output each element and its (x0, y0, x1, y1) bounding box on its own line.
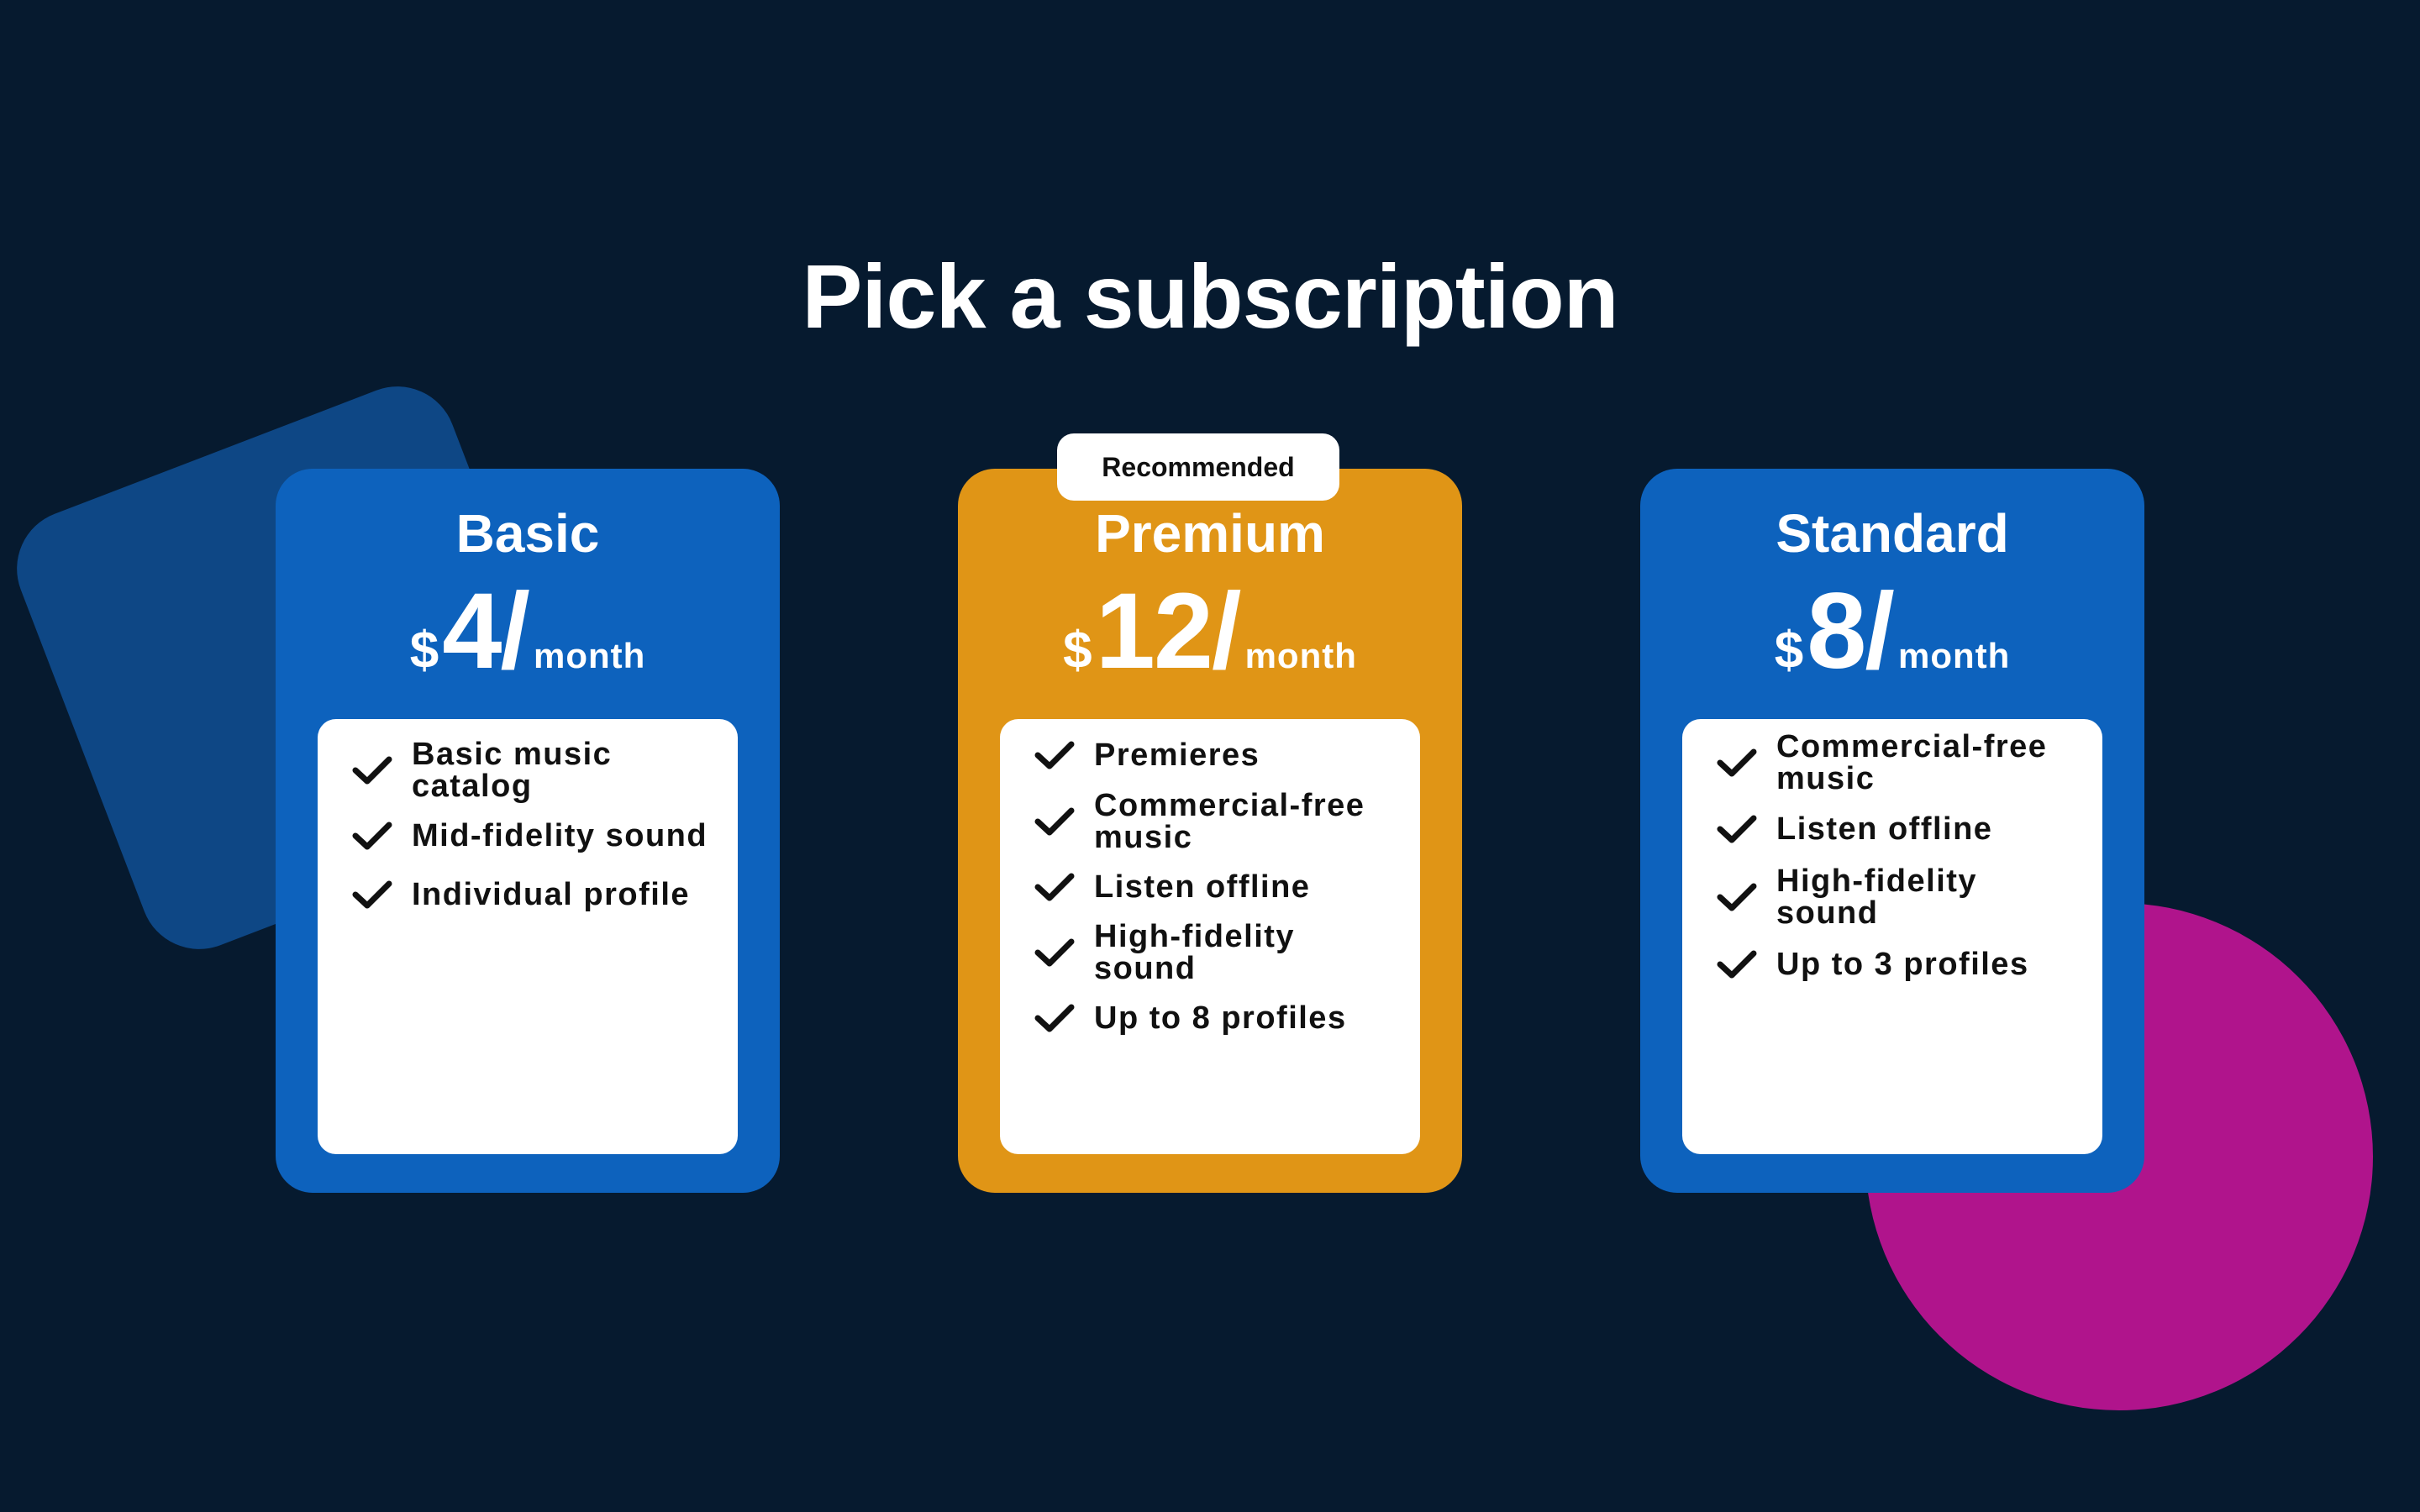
plan-name: Standard (1776, 503, 2009, 564)
price-period: month (533, 636, 646, 675)
checkmark-icon (1716, 948, 1758, 981)
checkmark-icon (1716, 746, 1758, 780)
checkmark-icon (1034, 870, 1076, 904)
checkmark-icon (351, 878, 393, 911)
feature-text: High-fidelity sound (1776, 864, 1978, 931)
feature-text: High-fidelity sound (1094, 919, 1296, 986)
plan-price: $4/month (276, 570, 780, 693)
plan-name: Basic (455, 503, 600, 564)
feature-item: Up to 3 profiles (1716, 948, 2086, 981)
feature-item: Basic music catalog (351, 738, 721, 802)
feature-text: Up to 8 profiles (1094, 1000, 1347, 1036)
plan-card-basic[interactable]: Basic $4/month Basic music catalog Mid-f… (276, 469, 780, 1193)
feature-text: Basic music catalog (412, 737, 613, 804)
plan-price: $12/month (958, 570, 1462, 693)
checkmark-icon (1716, 880, 1758, 914)
price-amount: 8/ (1807, 571, 1895, 691)
price-amount: 4/ (442, 571, 530, 691)
feature-item: High-fidelity sound (1716, 865, 2086, 929)
checkmark-icon (1034, 936, 1076, 969)
page-title: Pick a subscription (802, 245, 1618, 347)
feature-list: Basic music catalog Mid-fidelity sound I… (318, 719, 738, 1154)
feature-item: High-fidelity sound (1034, 921, 1403, 984)
feature-text: Commercial-free music (1776, 729, 2048, 796)
feature-text: Premieres (1094, 738, 1260, 773)
checkmark-icon (351, 753, 393, 787)
feature-item: Commercial-free music (1034, 790, 1403, 853)
feature-item: Listen offline (1034, 870, 1403, 904)
feature-text: Individual profile (412, 877, 691, 912)
feature-item: Premieres (1034, 738, 1403, 772)
price-currency: $ (1063, 622, 1092, 680)
feature-item: Individual profile (351, 878, 721, 911)
feature-text: Listen offline (1776, 811, 1993, 847)
plan-name: Premium (1095, 503, 1325, 564)
plan-card-standard[interactable]: Standard $8/month Commercial-free music … (1640, 469, 2144, 1193)
feature-item: Mid-fidelity sound (351, 819, 721, 853)
price-amount: 12/ (1095, 571, 1242, 691)
checkmark-icon (1716, 812, 1758, 846)
feature-text: Listen offline (1094, 869, 1311, 905)
price-currency: $ (1774, 622, 1804, 680)
feature-text: Commercial-free music (1094, 788, 1365, 855)
feature-text: Mid-fidelity sound (412, 818, 708, 853)
feature-item: Listen offline (1716, 812, 2086, 846)
checkmark-icon (351, 819, 393, 853)
feature-text: Up to 3 profiles (1776, 947, 2029, 982)
price-period: month (1897, 636, 2011, 675)
feature-list: Commercial-free music Listen offline Hig… (1682, 719, 2102, 1154)
checkmark-icon (1034, 1001, 1076, 1035)
plan-card-premium[interactable]: Premium $12/month Premieres Commercial-f… (958, 469, 1462, 1193)
recommended-badge: Recommended (1057, 433, 1339, 501)
feature-item: Commercial-free music (1716, 731, 2086, 795)
checkmark-icon (1034, 805, 1076, 838)
price-period: month (1244, 636, 1357, 675)
feature-list: Premieres Commercial-free music Listen o… (1000, 719, 1420, 1154)
plan-price: $8/month (1640, 570, 2144, 693)
checkmark-icon (1034, 738, 1076, 772)
price-currency: $ (409, 622, 439, 680)
feature-item: Up to 8 profiles (1034, 1001, 1403, 1035)
